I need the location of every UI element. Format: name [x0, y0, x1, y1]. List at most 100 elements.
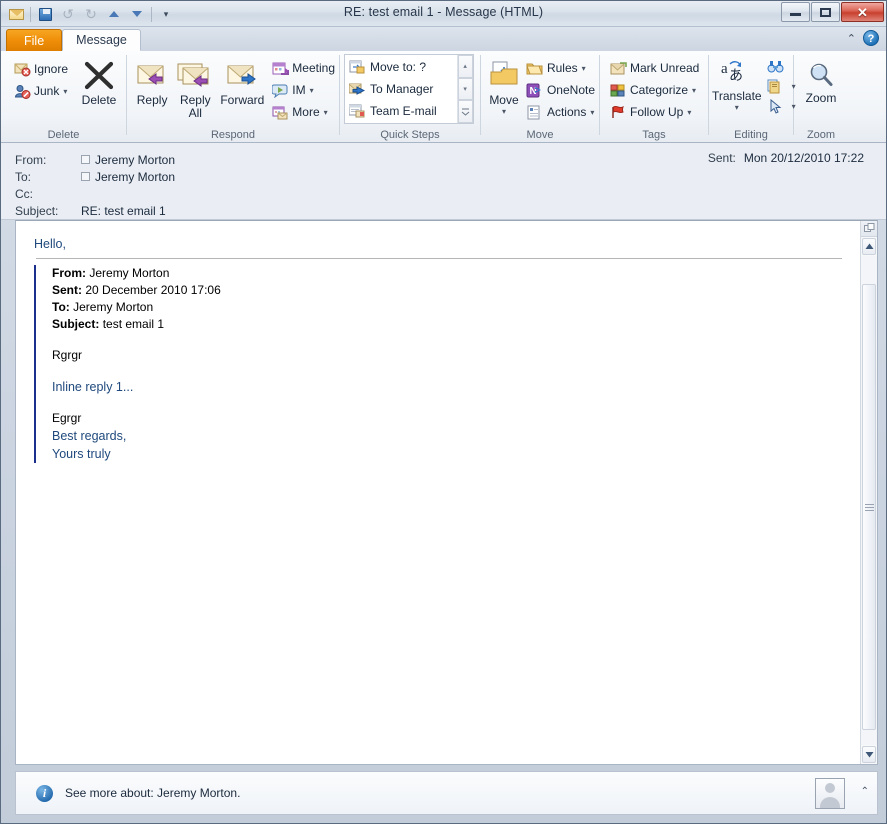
quoted-to-value: Jeremy Morton	[73, 300, 154, 314]
quick-step-move-to[interactable]: Move to: ?	[345, 56, 457, 78]
scroll-thumb[interactable]	[862, 284, 876, 730]
actions-button[interactable]: Actions ▾	[522, 101, 599, 123]
rules-button[interactable]: Rules ▾	[522, 57, 599, 79]
actions-icon	[526, 104, 544, 121]
ignore-icon	[13, 61, 31, 78]
junk-caret-icon: ▾	[63, 86, 68, 96]
move-button[interactable]: Move ▾	[486, 55, 522, 119]
ribbon-group-respond: Reply Reply All Forward Meeting IM ▾ Mor…	[127, 51, 339, 143]
presence-status-icon	[81, 155, 90, 164]
group-label-tags: Tags	[642, 129, 666, 141]
meeting-button[interactable]: Meeting	[267, 57, 339, 79]
mark-unread-button[interactable]: Mark Unread	[605, 57, 703, 79]
im-caret-icon: ▾	[309, 85, 314, 95]
group-label-move: Move	[526, 129, 554, 141]
quick-steps-scroll-down[interactable]: ▾	[457, 77, 473, 101]
body-greeting: Hello,	[34, 237, 66, 251]
actions-caret-icon: ▾	[590, 107, 595, 117]
more-respond-button[interactable]: More ▾	[267, 101, 339, 123]
quick-steps-more[interactable]	[457, 100, 473, 124]
meeting-icon	[271, 60, 289, 77]
quoted-from-label: From:	[52, 266, 86, 280]
ribbon-group-tags: Mark Unread Categorize ▾ Follow Up ▾ Tag…	[600, 51, 708, 143]
onenote-button[interactable]: N OneNote	[522, 79, 599, 101]
follow-up-label: Follow Up	[630, 105, 684, 119]
body-scrollbar[interactable]	[860, 221, 877, 764]
scroll-down-arrow[interactable]	[862, 746, 876, 763]
scroll-track[interactable]	[861, 256, 877, 745]
to-value-wrap[interactable]: Jeremy Morton	[81, 170, 175, 184]
reply-label: Reply	[136, 93, 168, 107]
svg-text:a: a	[721, 61, 728, 77]
rules-caret-icon: ▾	[581, 63, 586, 73]
translate-button[interactable]: a あ Translate ▾	[711, 55, 763, 115]
junk-button[interactable]: Junk ▾	[9, 80, 72, 102]
quick-steps-scroll-up[interactable]: ▴	[457, 55, 473, 78]
avatar-torso	[820, 797, 840, 808]
ignore-button[interactable]: Ignore	[9, 58, 72, 80]
reply-button[interactable]: Reply	[131, 55, 173, 107]
delete-button[interactable]: Delete	[72, 55, 126, 107]
maximize-button[interactable]	[811, 2, 840, 22]
quoted-spacer-3	[52, 396, 842, 410]
follow-up-caret-icon: ▾	[687, 107, 692, 117]
more-respond-icon	[271, 104, 289, 121]
help-icon[interactable]: ?	[863, 30, 879, 46]
follow-up-icon	[609, 104, 627, 121]
expand-people-pane-icon[interactable]: ⌃	[861, 786, 869, 797]
window-controls: ✕	[780, 2, 884, 22]
ribbon: Ignore Junk ▾ Delete Delete Reply Reply …	[1, 51, 886, 143]
avatar-head	[825, 783, 835, 793]
to-row: To: Jeremy Morton	[1, 168, 886, 185]
mark-unread-icon	[609, 60, 627, 77]
quoted-line-3: Egrgr	[52, 411, 82, 425]
tab-file[interactable]: File	[6, 29, 63, 51]
to-value: Jeremy Morton	[95, 169, 176, 184]
close-button[interactable]: ✕	[841, 2, 884, 22]
categorize-caret-icon: ▾	[692, 85, 697, 95]
delete-label: Delete	[81, 93, 117, 107]
scroll-up-arrow[interactable]	[862, 238, 876, 255]
quoted-sent-line: Sent: 20 December 2010 17:06	[52, 282, 842, 299]
minimize-button[interactable]	[781, 2, 810, 22]
ribbon-group-zoom: Zoom Zoom	[794, 51, 848, 143]
window-title: RE: test email 1 - Message (HTML)	[343, 5, 544, 19]
svg-text:あ: あ	[729, 68, 743, 84]
im-button[interactable]: IM ▾	[267, 79, 339, 101]
zoom-button[interactable]: Zoom	[797, 59, 845, 105]
forward-button[interactable]: Forward	[217, 55, 267, 107]
forward-label: Forward	[220, 93, 265, 107]
quick-steps-gallery: Move to: ? To Manager Team E-mail ▴ ▾	[344, 54, 474, 124]
message-window: ↺ ↻ ▾ RE: test email 1 - Message (HTML) …	[0, 0, 887, 824]
from-value: Jeremy Morton	[95, 152, 176, 167]
group-label-quick-steps: Quick Steps	[380, 129, 440, 141]
reply-icon	[134, 58, 170, 92]
reply-all-button[interactable]: Reply All	[173, 55, 217, 121]
delete-x-icon	[82, 60, 116, 92]
quick-step-to-manager[interactable]: To Manager	[345, 78, 457, 100]
follow-up-button[interactable]: Follow Up ▾	[605, 101, 703, 123]
quick-step-team-email[interactable]: Team E-mail	[345, 100, 457, 122]
onenote-label: OneNote	[546, 83, 595, 97]
group-label-zoom: Zoom	[806, 129, 836, 141]
cc-row: Cc:	[1, 185, 886, 202]
split-pane-handle-icon[interactable]	[861, 221, 877, 237]
contact-photo-avatar[interactable]	[815, 778, 845, 809]
group-label-respond: Respond	[210, 129, 256, 141]
quoted-spacer-1	[52, 333, 842, 347]
categorize-button[interactable]: Categorize ▾	[605, 79, 703, 101]
forward-icon	[224, 58, 260, 92]
ignore-label: Ignore	[34, 62, 69, 76]
binoculars-icon	[767, 58, 785, 75]
quoted-from-value: Jeremy Morton	[89, 266, 170, 280]
ribbon-group-move: Move ▾ Rules ▾ N OneNote Actions ▾ Move	[481, 51, 599, 143]
quick-steps-scroll: ▴ ▾	[456, 55, 473, 124]
from-label: From:	[15, 152, 47, 167]
junk-label: Junk	[34, 84, 60, 98]
quoted-divider	[36, 258, 842, 259]
minimize-ribbon-icon[interactable]: ⌃	[847, 32, 856, 45]
people-pane-text[interactable]: See more about: Jeremy Morton.	[65, 786, 240, 800]
tab-message[interactable]: Message	[62, 29, 141, 51]
from-value-wrap[interactable]: Jeremy Morton	[81, 153, 175, 167]
message-body-content[interactable]: Hello, From: Jeremy Morton Sent: 20 Dece…	[16, 221, 860, 764]
